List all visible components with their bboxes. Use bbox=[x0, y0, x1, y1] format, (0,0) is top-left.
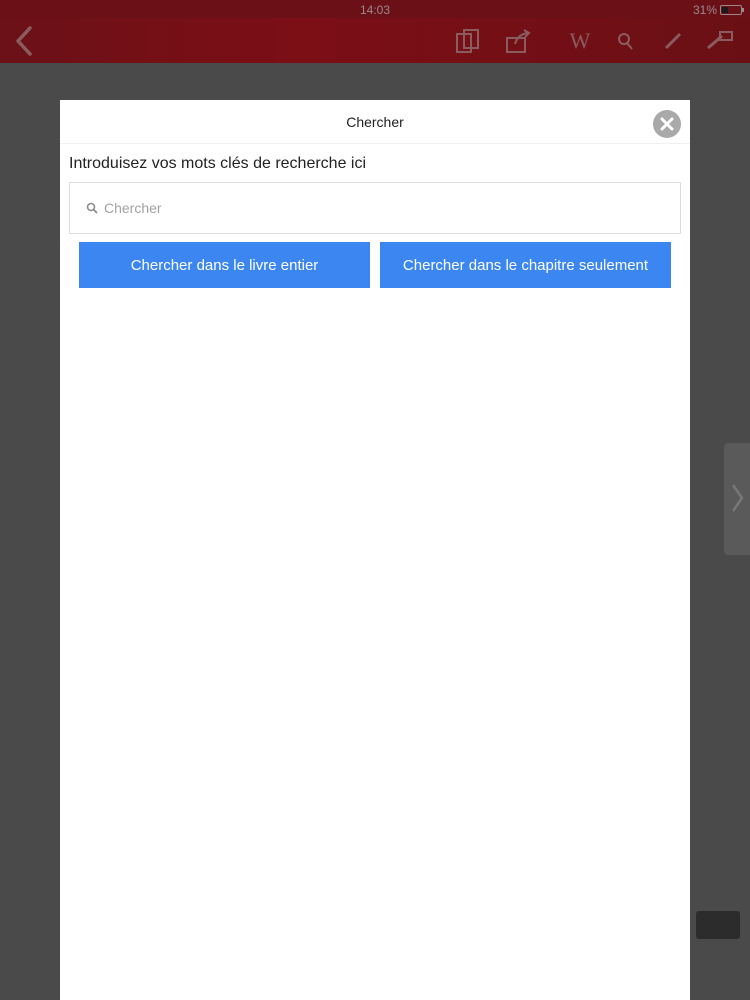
next-page-handle[interactable] bbox=[724, 443, 750, 555]
wikipedia-icon[interactable]: W bbox=[566, 28, 594, 54]
bottom-corner-button[interactable] bbox=[696, 911, 740, 939]
search-whole-book-button[interactable]: Chercher dans le livre entier bbox=[79, 242, 370, 288]
share-icon[interactable] bbox=[504, 28, 532, 54]
search-field[interactable] bbox=[69, 182, 681, 234]
search-icon bbox=[86, 202, 98, 214]
search-icon[interactable] bbox=[612, 28, 640, 54]
status-bar: 14:03 31% bbox=[0, 0, 750, 18]
top-toolbar: W bbox=[0, 18, 750, 63]
dialog-title: Chercher bbox=[346, 114, 404, 130]
highlight-icon[interactable] bbox=[704, 28, 733, 54]
edit-icon[interactable] bbox=[660, 28, 688, 54]
battery-indicator: 31% bbox=[692, 3, 744, 17]
search-prompt: Introduisez vos mots clés de recherche i… bbox=[69, 155, 367, 172]
status-time: 14:03 bbox=[359, 3, 391, 17]
back-icon[interactable] bbox=[10, 24, 40, 58]
search-dialog: Chercher Introduisez vos mots clés de re… bbox=[60, 100, 690, 1000]
search-input[interactable] bbox=[104, 200, 664, 216]
battery-icon bbox=[720, 5, 744, 15]
dialog-header: Chercher bbox=[60, 100, 690, 144]
search-chapter-only-button[interactable]: Chercher dans le chapitre seulement bbox=[380, 242, 671, 288]
close-button[interactable] bbox=[653, 110, 681, 138]
copy-icon[interactable] bbox=[454, 28, 482, 54]
battery-percent: 31% bbox=[692, 3, 717, 17]
close-icon bbox=[660, 117, 674, 131]
